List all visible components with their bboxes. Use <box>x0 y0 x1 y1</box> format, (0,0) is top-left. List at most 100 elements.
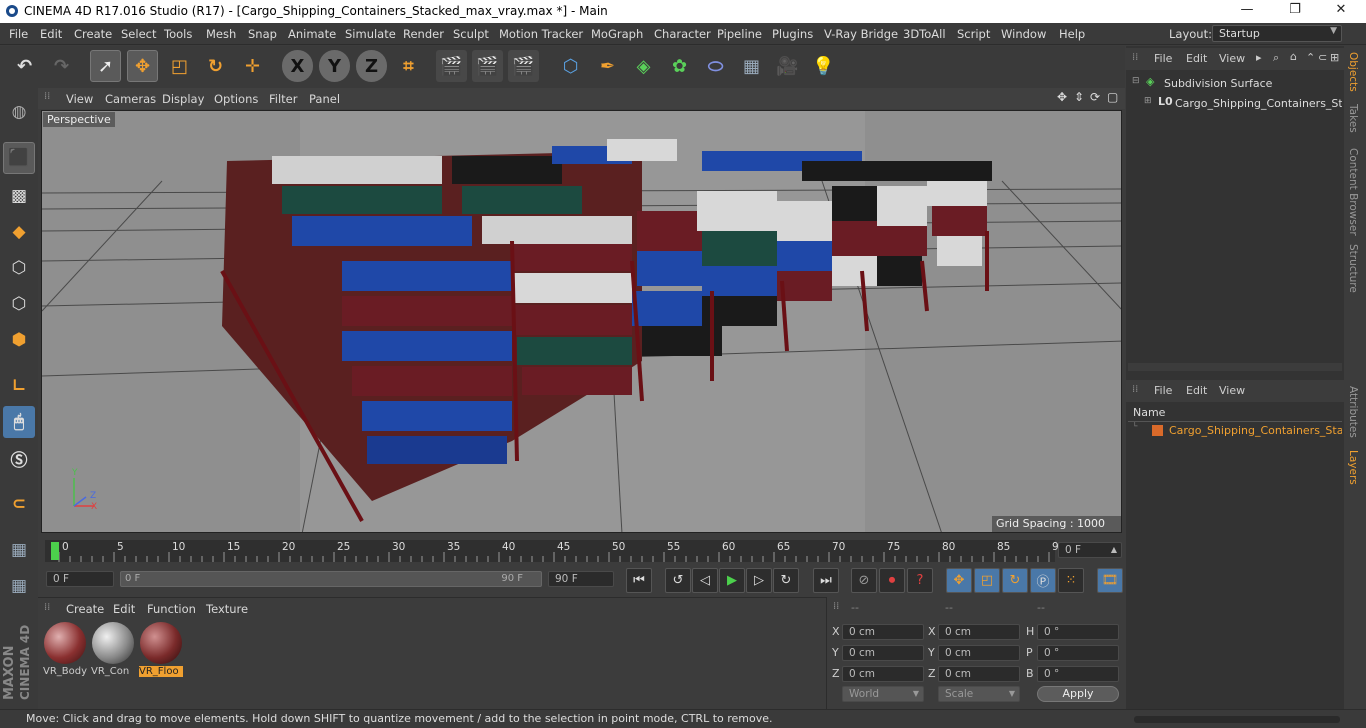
go-to-end-button[interactable]: ⏭ <box>813 568 839 593</box>
tab-layers[interactable]: Layers <box>1347 450 1359 485</box>
rot-b-field[interactable]: 0 ° <box>1037 666 1119 682</box>
workplane-mode-button[interactable]: ◆ <box>3 216 35 248</box>
pos-z-field[interactable]: 0 cm <box>842 666 924 682</box>
layer-menu-file[interactable]: File <box>1154 384 1172 397</box>
preview-range-slider[interactable]: 0 F 90 F <box>120 571 542 587</box>
menu-motion-tracker[interactable]: Motion Tracker <box>499 27 583 41</box>
camera-label[interactable]: Perspective <box>43 112 115 127</box>
move-tool-button[interactable]: ✥ <box>127 50 158 82</box>
rotate-view-icon[interactable]: ⟳ <box>1090 90 1100 104</box>
object-menu-file[interactable]: File <box>1154 52 1172 65</box>
layer-menu-edit[interactable]: Edit <box>1186 384 1207 397</box>
coordinate-space-dropdown[interactable]: World ▼ <box>842 686 924 702</box>
menu-help[interactable]: Help <box>1059 27 1085 41</box>
object-menu-view[interactable]: View <box>1219 52 1245 65</box>
undo-button[interactable]: ↶ <box>9 50 40 82</box>
horizontal-scrollbar[interactable] <box>1128 363 1342 371</box>
menu-tools[interactable]: Tools <box>164 27 192 41</box>
material-swatch-selected[interactable]: VR_Floo <box>138 622 184 682</box>
snapping-button[interactable]: ⊂ <box>3 488 35 520</box>
layer-color-swatch[interactable] <box>1152 425 1163 436</box>
z-axis-lock-button[interactable]: Z <box>356 50 387 82</box>
camera-button[interactable]: 🎥 <box>772 50 803 82</box>
dolly-view-icon[interactable]: ⇕ <box>1074 90 1084 104</box>
pos-x-field[interactable]: 0 cm <box>842 624 924 640</box>
menu-pipeline[interactable]: Pipeline <box>717 27 762 41</box>
floor-button[interactable]: ▦ <box>736 50 767 82</box>
minimize-button[interactable]: — <box>1224 2 1270 17</box>
solo-button[interactable]: Ⓢ <box>3 442 35 474</box>
tab-takes[interactable]: Takes <box>1347 104 1359 133</box>
pan-view-icon[interactable]: ✥ <box>1057 90 1067 104</box>
rot-p-field[interactable]: 0 ° <box>1037 645 1119 661</box>
timeline-track[interactable]: 051015202530354045505560657075808590 <box>45 540 1065 562</box>
expand-icon[interactable]: ⊞ <box>1144 96 1152 106</box>
render-settings-button[interactable]: 🎬 <box>508 50 539 82</box>
menu-edit[interactable]: Edit <box>40 27 62 41</box>
record-active-button[interactable]: ⊘ <box>851 568 877 593</box>
playhead[interactable] <box>51 542 59 560</box>
pos-y-field[interactable]: 0 cm <box>842 645 924 661</box>
size-x-field[interactable]: 0 cm <box>938 624 1020 640</box>
layer-menu-view[interactable]: View <box>1219 384 1245 397</box>
object-menu-edit[interactable]: Edit <box>1186 52 1207 65</box>
tab-attributes[interactable]: Attributes <box>1347 386 1359 438</box>
menu-create[interactable]: Create <box>74 27 112 41</box>
recent-tools-button[interactable]: ✛ <box>237 50 268 82</box>
record-scale-button[interactable]: ◰ <box>974 568 1000 593</box>
material-menu-edit[interactable]: Edit <box>113 602 135 616</box>
viewport-menu-options[interactable]: Options <box>214 92 258 106</box>
render-view-button[interactable]: 🎬 <box>436 50 467 82</box>
make-editable-button[interactable]: ◍ <box>3 96 35 128</box>
cloner-button[interactable]: ✿ <box>664 50 695 82</box>
polygons-mode-button[interactable]: ⬢ <box>3 324 35 356</box>
next-frame-button[interactable]: ▷ <box>746 568 772 593</box>
menu-render[interactable]: Render <box>403 27 444 41</box>
material-menu-create[interactable]: Create <box>66 602 104 616</box>
size-z-field[interactable]: 0 cm <box>938 666 1020 682</box>
timeline-window-button[interactable]: 🎞 <box>1097 568 1123 593</box>
edges-mode-button[interactable]: ⬡ <box>3 288 35 320</box>
locked-workplane-button[interactable]: ▦ <box>3 570 35 602</box>
new-window-icon[interactable]: ⊞ <box>1330 51 1339 64</box>
rotate-tool-button[interactable]: ↻ <box>200 50 231 82</box>
viewport-menu-panel[interactable]: Panel <box>309 92 340 106</box>
maximize-view-icon[interactable]: ▢ <box>1107 90 1118 104</box>
status-scrollbar[interactable] <box>1134 716 1340 723</box>
coordinate-system-button[interactable]: ⌗ <box>393 50 424 82</box>
next-key-button[interactable]: ↻ <box>773 568 799 593</box>
layer-row[interactable]: └ Cargo_Shipping_Containers_Stack <box>1132 422 1342 438</box>
end-frame-field[interactable]: 90 F <box>548 571 614 587</box>
tweak-mode-button[interactable]: 🖱 <box>3 406 35 438</box>
menu-mograph[interactable]: MoGraph <box>591 27 643 41</box>
live-selection-button[interactable]: ➚ <box>90 50 121 82</box>
viewport-menu-display[interactable]: Display <box>162 92 204 106</box>
viewport-perspective[interactable]: Perspective Grid Spacing : 1000 cm Y X Z <box>41 110 1122 533</box>
menu-simulate[interactable]: Simulate <box>345 27 396 41</box>
scale-tool-button[interactable]: ◰ <box>164 50 195 82</box>
link-icon[interactable]: ⊂ <box>1318 51 1327 64</box>
home-icon[interactable]: ⌂ <box>1290 50 1297 63</box>
size-y-field[interactable]: 0 cm <box>938 645 1020 661</box>
viewport-menu-view[interactable]: View <box>66 92 93 106</box>
up-icon[interactable]: ⌃ <box>1306 51 1315 64</box>
go-to-start-button[interactable]: ⏮ <box>626 568 652 593</box>
material-menu-texture[interactable]: Texture <box>206 602 248 616</box>
menu-character[interactable]: Character <box>654 27 711 41</box>
menu-snap[interactable]: Snap <box>248 27 277 41</box>
material-swatch[interactable]: VR_Con <box>90 622 136 682</box>
light-button[interactable]: 💡 <box>808 50 839 82</box>
pen-spline-button[interactable]: ✒ <box>592 50 623 82</box>
render-to-picture-viewer-button[interactable]: 🎬 <box>472 50 503 82</box>
collapse-icon[interactable]: ⊟ <box>1132 76 1140 86</box>
tab-content-browser[interactable]: Content Browser <box>1347 148 1359 236</box>
cube-object-button[interactable]: ⬡ <box>555 50 586 82</box>
texture-mode-button[interactable]: ▩ <box>3 180 35 212</box>
keyframe-selection-button[interactable]: ? <box>907 568 933 593</box>
current-frame-field[interactable]: 0 F ▲ <box>1058 542 1122 558</box>
rot-h-field[interactable]: 0 ° <box>1037 624 1119 640</box>
x-axis-lock-button[interactable]: X <box>282 50 313 82</box>
viewport-menu-cameras[interactable]: Cameras <box>105 92 156 106</box>
tab-objects[interactable]: Objects <box>1347 52 1359 92</box>
play-button[interactable]: ▶ <box>719 568 745 593</box>
